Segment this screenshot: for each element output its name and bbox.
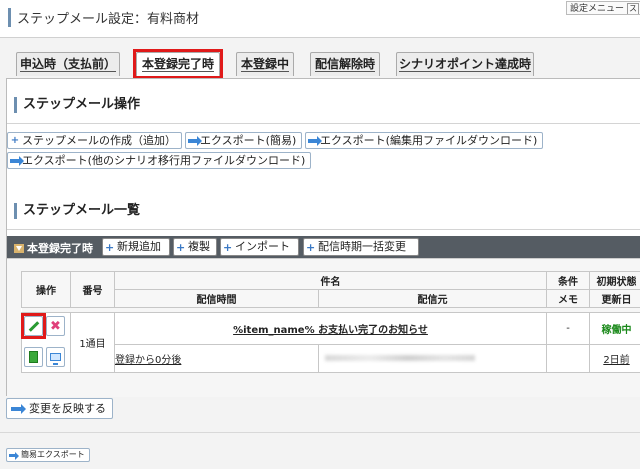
edit-button[interactable] [21,313,46,339]
row-status: 稼働中 [589,312,640,345]
col-updated: 更新日 [589,289,640,308]
row-number: 1通目 [70,312,115,373]
tab-before-payment[interactable]: 申込時（支払前） [16,52,120,76]
col-condition: 条件 [546,271,590,290]
reflect-changes-button[interactable]: 変更を反映する [6,398,113,419]
copy-icon [26,351,38,368]
blurred-sender-address [325,354,475,361]
row-send-time-link[interactable]: 登録から0分後 [115,355,181,366]
divider [7,229,640,230]
row-send-time-cell: 登録から0分後 [114,343,319,374]
row-updated-cell: 2日前 [589,343,640,374]
step-mail-table: 操作 番号 件名 条件 初期状態 配信時間 配信元 メモ 更新日 ✖ 1通目 %… [21,271,640,374]
status-badge[interactable]: 稼働中 [602,325,632,336]
row-updated-link[interactable]: 2日前 [603,355,629,366]
create-step-mail-button[interactable]: + ステップメールの作成（追加） [7,132,182,149]
import-button[interactable]: + インポート [220,238,299,256]
step-mail-table-area: 操作 番号 件名 条件 初期状態 配信時間 配信元 メモ 更新日 ✖ 1通目 %… [7,258,640,397]
col-send-time: 配信時間 [114,289,319,308]
col-subject: 件名 [114,271,547,290]
bulk-schedule-change-button[interactable]: + 配信時期一括変更 [303,238,419,256]
divider [0,432,640,433]
row-subject-cell: %item_name% お支払い完了のお知らせ [114,312,547,345]
settings-menu-icon[interactable]: ス [627,3,640,14]
arrow-right-icon [308,136,322,146]
delete-button[interactable]: ✖ [46,316,65,336]
row-condition: - [546,312,590,345]
export-edit-download-button[interactable]: エクスポート(編集用ファイルダウンロード) [305,132,543,149]
tab-bar: 申込時（支払前） 本登録完了時 本登録中 配信解除時 シナリオポイント達成時 [0,49,640,79]
group-label[interactable]: 本登録完了時 [14,240,93,256]
export-simple-button[interactable]: エクスポート(簡易) [185,132,302,149]
col-sender: 配信元 [318,289,547,308]
add-new-button[interactable]: + 新規追加 [102,238,170,256]
copy-button[interactable] [24,347,43,368]
operations-title: ステップメール操作 [14,97,140,113]
row-memo [546,343,590,374]
collapse-icon[interactable] [14,244,24,253]
row-subject-link[interactable]: %item_name% お支払い完了のお知らせ [233,325,428,336]
plus-icon: + [176,241,186,254]
page-header: ステップメール設定：有料商材 設定メニュース [0,0,640,38]
tab-registration-complete[interactable]: 本登録完了時 [133,49,223,79]
list-title: ステップメール一覧 [14,203,140,219]
pencil-icon [28,320,39,332]
row-operations: ✖ [21,312,71,373]
simple-export-button[interactable]: 簡易エクスポート [6,448,90,462]
table-row: 登録から0分後 2日前 [22,343,640,374]
table-row: ✖ 1通目 %item_name% お支払い完了のお知らせ - 稼働中 [21,312,640,373]
plus-icon: + [105,241,115,254]
tab-unsubscribe[interactable]: 配信解除時 [310,52,380,76]
row-sender [318,343,547,374]
col-initial-status: 初期状態 [589,271,640,290]
duplicate-button[interactable]: + 複製 [173,238,217,256]
arrow-right-icon [9,452,19,460]
close-icon: ✖ [50,318,61,334]
group-bar: 本登録完了時 + 新規追加 + 複製 + インポート + 配信時期一括変更 [7,236,640,258]
arrow-right-icon [11,404,26,414]
col-memo: メモ [546,289,590,308]
arrow-right-icon [10,156,24,166]
preview-button[interactable] [46,347,65,367]
arrow-right-icon [188,136,202,146]
monitor-icon [50,353,61,365]
step-mail-panel: ステップメール操作 + ステップメールの作成（追加） エクスポート(簡易) エクス… [6,78,640,397]
divider [7,123,640,124]
tab-scenario-point[interactable]: シナリオポイント達成時 [396,52,534,76]
export-migration-download-button[interactable]: エクスポート(他のシナリオ移行用ファイルダウンロード) [7,152,311,169]
plus-icon: + [306,241,316,254]
plus-icon: + [10,135,20,146]
col-number: 番号 [70,271,115,308]
col-operation: 操作 [21,271,71,308]
page-title: ステップメール設定：有料商材 [8,8,199,27]
settings-menu-label: 設定メニュー [570,4,625,14]
plus-icon: + [223,241,233,254]
settings-menu-button[interactable]: 設定メニュース [566,1,640,15]
tab-registered[interactable]: 本登録中 [236,52,294,76]
